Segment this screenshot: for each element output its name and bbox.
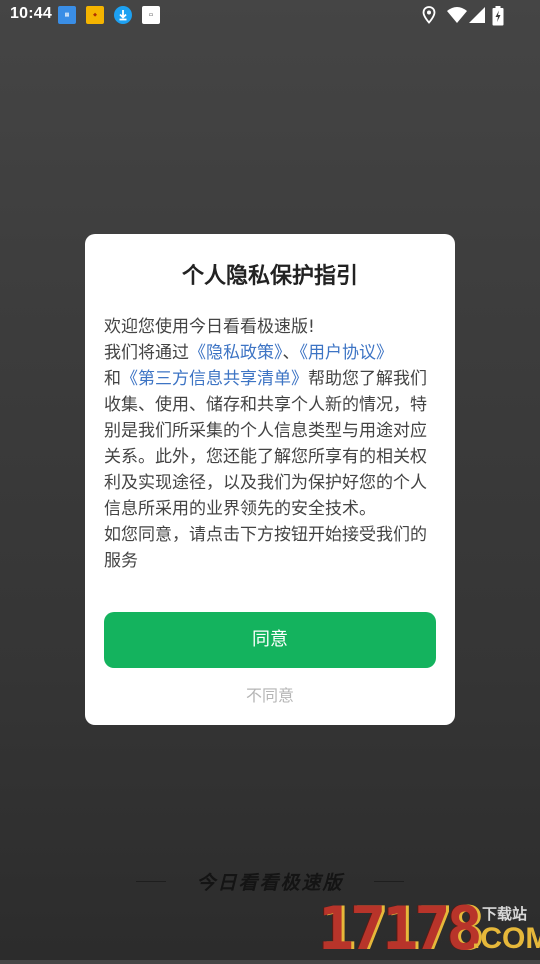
separator-text: 、	[282, 343, 300, 363]
wifi-icon	[446, 6, 468, 28]
brand-divider-right	[374, 881, 404, 882]
description-text: 帮助您了解我们收集、使用、储存和共享个人新的情况，特别是我们所采集的个人信息类型…	[104, 369, 427, 519]
status-bar: 10:44 ▦ ◆ ▭	[0, 0, 540, 32]
agree-button[interactable]: 同意	[104, 612, 436, 668]
watermark-domain: .COM	[472, 922, 540, 955]
dialog-body: 欢迎您使用今日看看极速版! 我们将通过《隐私政策》、《用户协议》 和《第三方信息…	[104, 314, 439, 574]
disagree-button[interactable]: 不同意	[85, 682, 455, 706]
watermark-number: 17178	[318, 894, 483, 964]
welcome-text: 欢迎您使用今日看看极速版!	[104, 317, 315, 337]
doc-app-icon: ▭	[142, 6, 160, 24]
privacy-policy-link[interactable]: 《隐私政策》	[189, 343, 283, 363]
location-icon	[422, 6, 436, 28]
app-name: 今日看看极速版	[196, 872, 344, 894]
and-text: 和	[104, 369, 121, 389]
intro-text: 我们将通过	[104, 343, 189, 363]
download-icon	[114, 6, 132, 24]
reward-app-icon: ◆	[86, 6, 104, 24]
site-watermark: 17178 下载站 .COM	[316, 894, 540, 964]
consent-text: 如您同意，请点击下方按钮开始接受我们的服务	[104, 525, 427, 571]
dialog-title: 个人隐私保护指引	[181, 264, 358, 289]
status-time: 10:44	[10, 5, 52, 22]
battery-charging-icon	[492, 6, 504, 30]
signal-icon	[468, 6, 486, 28]
news-app-icon: ▦	[58, 6, 76, 24]
privacy-dialog: 个人隐私保护指引 欢迎您使用今日看看极速版! 我们将通过《隐私政策》、《用户协议…	[85, 234, 455, 725]
third-party-list-link[interactable]: 《第三方信息共享清单》	[121, 369, 308, 389]
app-brand: 今日看看极速版	[0, 868, 540, 896]
watermark-subtitle: 下载站	[482, 905, 528, 923]
brand-divider-left	[136, 881, 166, 882]
user-agreement-link[interactable]: 《用户协议》	[300, 343, 394, 363]
